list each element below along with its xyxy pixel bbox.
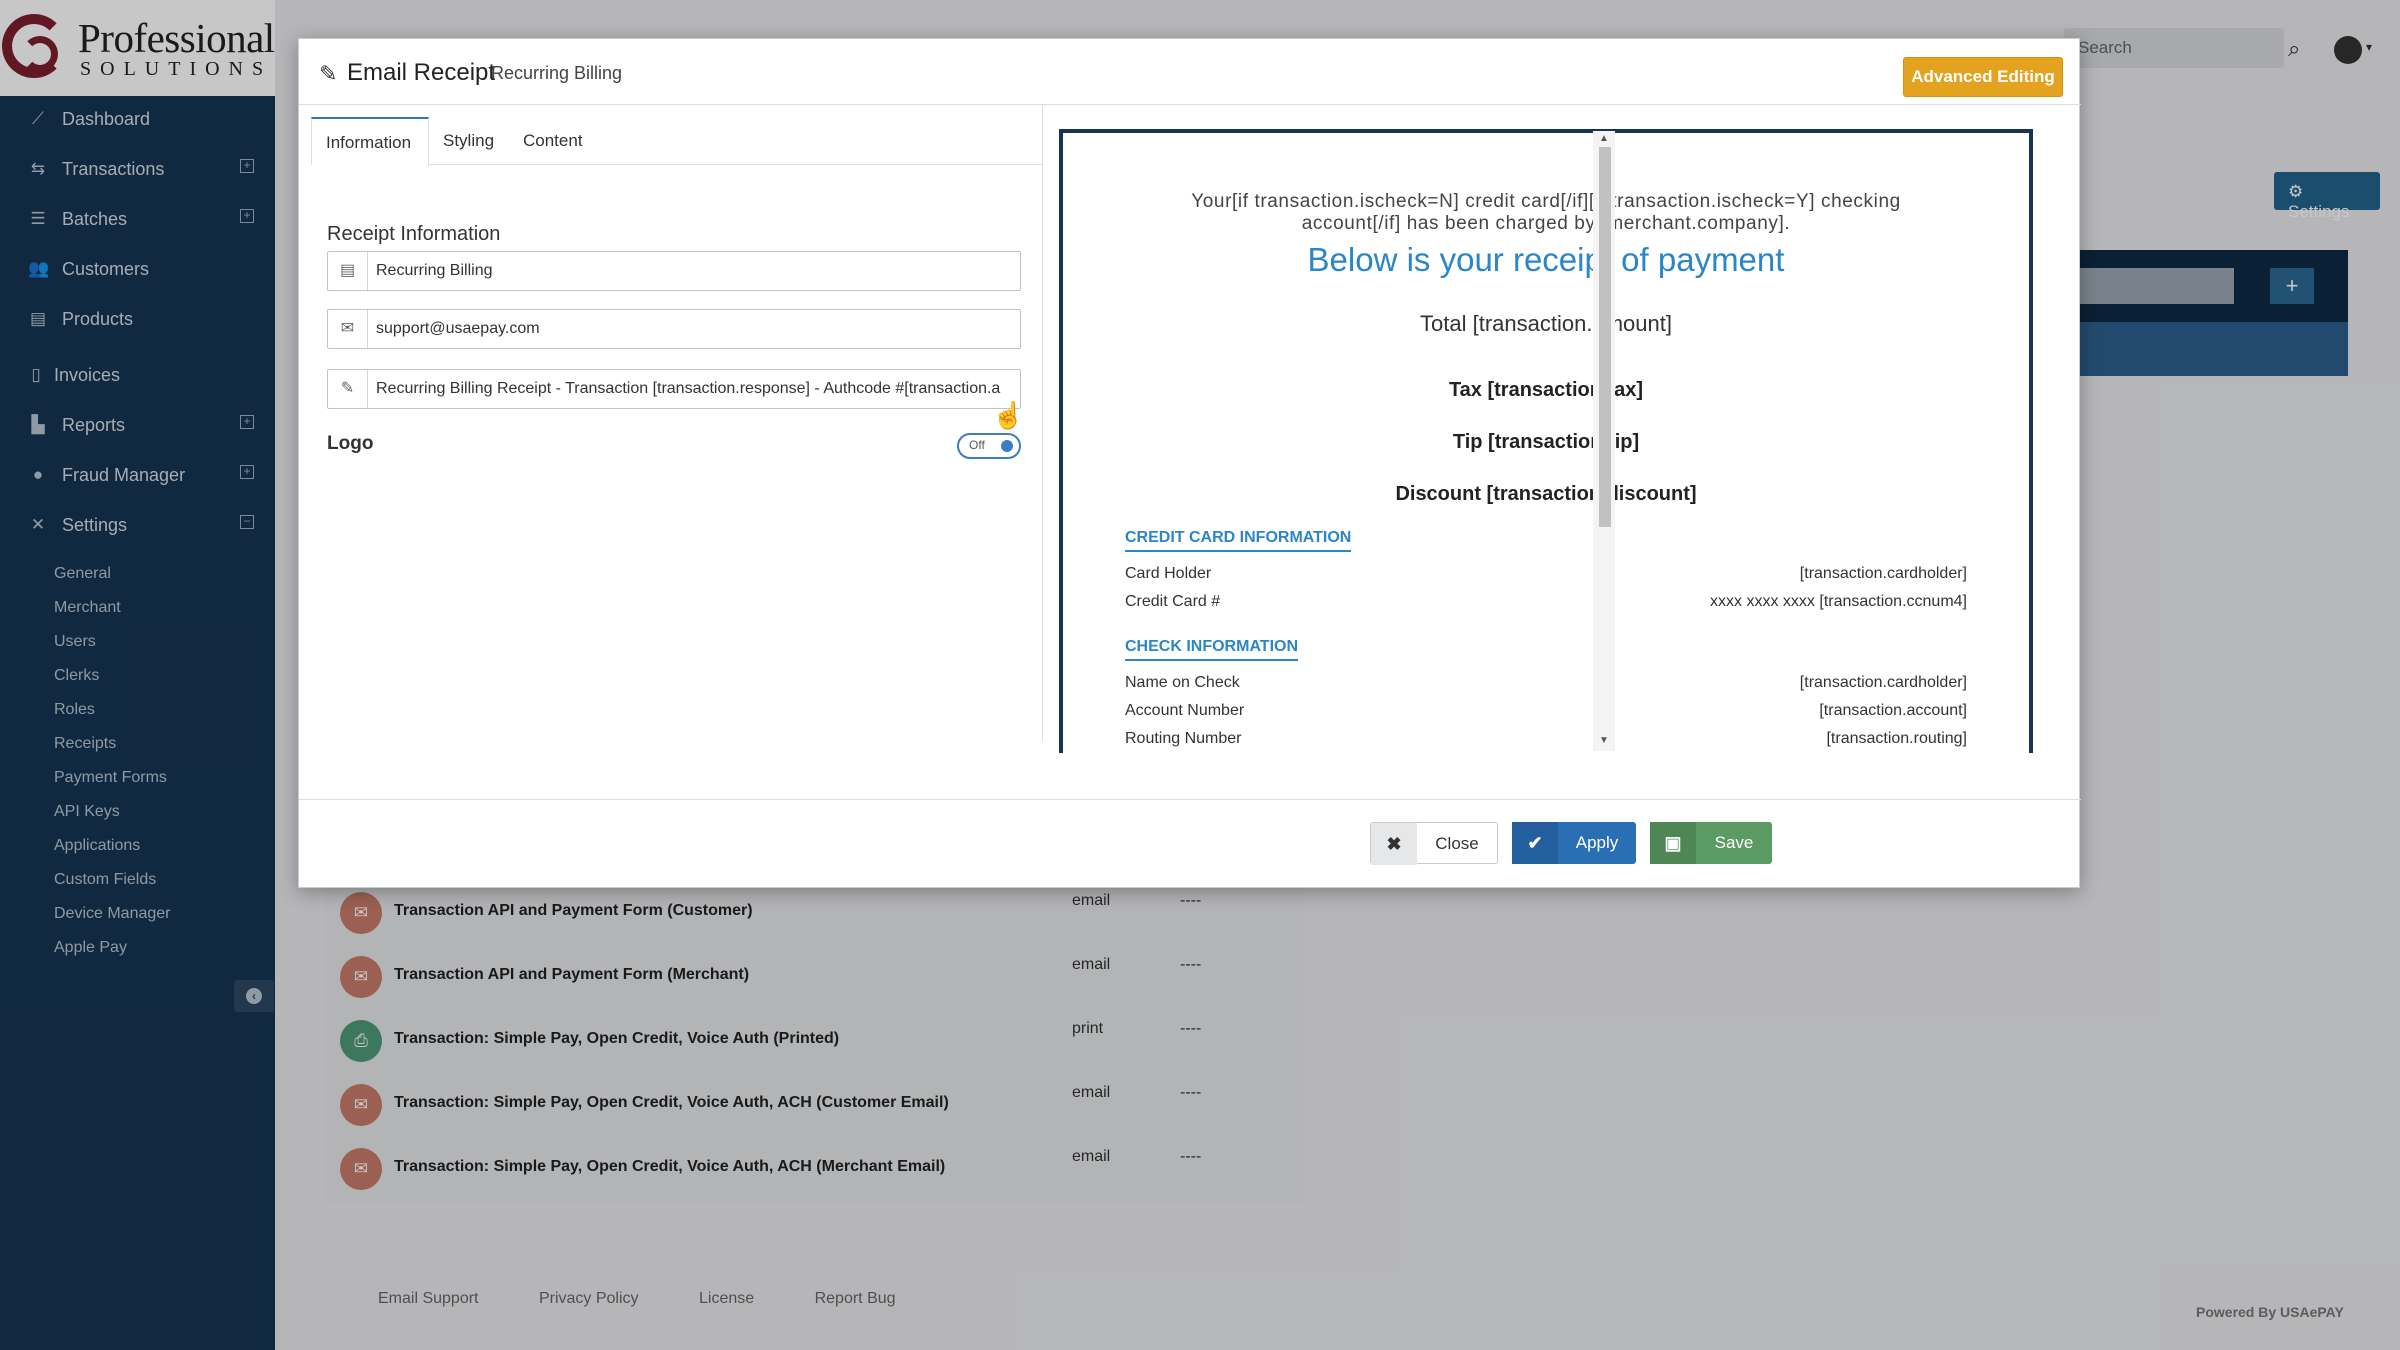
- preview-row: Credit Card # xxxx xxxx xxxx [transactio…: [1125, 593, 1967, 617]
- logo-toggle[interactable]: Off: [957, 433, 1021, 459]
- document-icon: ▤: [328, 252, 368, 290]
- preview-row: Routing Number [transaction.routing]: [1125, 730, 1967, 753]
- scroll-down-icon[interactable]: ▼: [1599, 735, 1609, 746]
- envelope-icon: ✉: [328, 310, 368, 348]
- preview-row-key: Card Holder: [1125, 565, 1212, 582]
- preview-section-credit-card: CREDIT CARD INFORMATION: [1125, 529, 1352, 552]
- tab-styling[interactable]: Styling: [429, 117, 509, 165]
- preview-row-value: [transaction.routing]: [1826, 730, 1967, 747]
- preview-intro-line2: account[/if] has been charged by [mercha…: [1301, 213, 1791, 234]
- preview-row-key: Credit Card #: [1125, 593, 1221, 610]
- preview-row-value: [transaction.account]: [1819, 702, 1967, 719]
- modal-footer: [299, 799, 2081, 889]
- toggle-state-label: Off: [969, 438, 985, 452]
- preview-row-value: xxxx xxxx xxxx [transaction.ccnum4]: [1710, 593, 1967, 610]
- apply-button[interactable]: ✔ Apply: [1512, 822, 1636, 864]
- preview-intro-line1: Your[if transaction.ischeck=N] credit ca…: [1191, 191, 1901, 212]
- preview-row: Account Number [transaction.account]: [1125, 702, 1967, 726]
- subject-field[interactable]: ✎ Recurring Billing Receipt - Transactio…: [327, 369, 1021, 409]
- preview-section-check: CHECK INFORMATION: [1125, 638, 1299, 661]
- save-button-label: Save: [1714, 833, 1754, 852]
- preview-row-value: [transaction.cardholder]: [1799, 674, 1967, 691]
- tab-information[interactable]: Information: [311, 117, 429, 166]
- preview-row: Name on Check [transaction.cardholder]: [1125, 674, 1967, 698]
- receipt-preview[interactable]: Your[if transaction.ischeck=N] credit ca…: [1057, 129, 2057, 753]
- hand-cursor-icon: ☝: [992, 400, 1025, 430]
- preview-total: Total [transaction.amount]: [1420, 311, 1672, 336]
- toggle-knob: [1001, 440, 1013, 452]
- preview-scrollbar[interactable]: ▲ ▼: [1593, 131, 1615, 751]
- logo-label: Logo: [327, 433, 374, 454]
- preview-heading: Below is your receipt of payment: [1307, 241, 1785, 278]
- preview-tax: Tax [transaction.tax]: [1448, 379, 1644, 401]
- preview-tip: Tip [transaction.tip]: [1452, 431, 1640, 453]
- preview-row-key: Routing Number: [1125, 730, 1242, 747]
- settings-panel: Information Styling Content Receipt Info…: [307, 105, 1043, 741]
- close-button[interactable]: ✖ Close: [1370, 822, 1498, 865]
- email-receipt-modal: ✎ Email Receipt Recurring Billing Advanc…: [298, 38, 2081, 889]
- receipt-name-field[interactable]: ▤ Recurring Billing: [327, 251, 1021, 291]
- preview-row-value: [transaction.cardholder]: [1799, 565, 1967, 582]
- preview-intro: Your[if transaction.ischeck=N] credit ca…: [1063, 191, 2029, 235]
- receipt-name-value[interactable]: Recurring Billing: [376, 262, 1014, 280]
- preview-row-key: Name on Check: [1125, 674, 1240, 691]
- modal-subtitle: Recurring Billing: [491, 63, 623, 83]
- modal-title: Email Receipt: [347, 59, 496, 86]
- close-button-label: Close: [1435, 834, 1479, 853]
- preview-row: Card Holder [transaction.cardholder]: [1125, 565, 1967, 589]
- section-label: Receipt Information: [327, 223, 501, 245]
- preview-discount: Discount [transaction.discount]: [1395, 483, 1697, 505]
- check-icon: ✔: [1512, 822, 1558, 864]
- pencil-icon: ✎: [328, 370, 368, 408]
- preview-document: Your[if transaction.ischeck=N] credit ca…: [1059, 129, 2033, 753]
- from-email-value[interactable]: support@usaepay.com: [376, 320, 1014, 338]
- subject-value[interactable]: Recurring Billing Receipt - Transaction …: [376, 380, 1014, 398]
- preview-row-key: Account Number: [1125, 702, 1245, 719]
- scroll-up-icon[interactable]: ▲: [1599, 133, 1609, 144]
- scrollbar-thumb[interactable]: [1599, 147, 1611, 527]
- close-icon: ✖: [1371, 823, 1417, 865]
- save-icon: ▣: [1650, 822, 1696, 864]
- edit-icon: ✎: [319, 61, 338, 86]
- modal-header: ✎ Email Receipt Recurring Billing Advanc…: [299, 39, 2081, 105]
- tab-content[interactable]: Content: [509, 117, 599, 165]
- tab-bar: Information Styling Content: [311, 117, 1043, 166]
- save-button[interactable]: ▣ Save: [1650, 822, 1772, 864]
- apply-button-label: Apply: [1575, 833, 1619, 852]
- from-email-field[interactable]: ✉ support@usaepay.com: [327, 309, 1021, 349]
- advanced-editing-button[interactable]: Advanced Editing: [1903, 57, 2063, 97]
